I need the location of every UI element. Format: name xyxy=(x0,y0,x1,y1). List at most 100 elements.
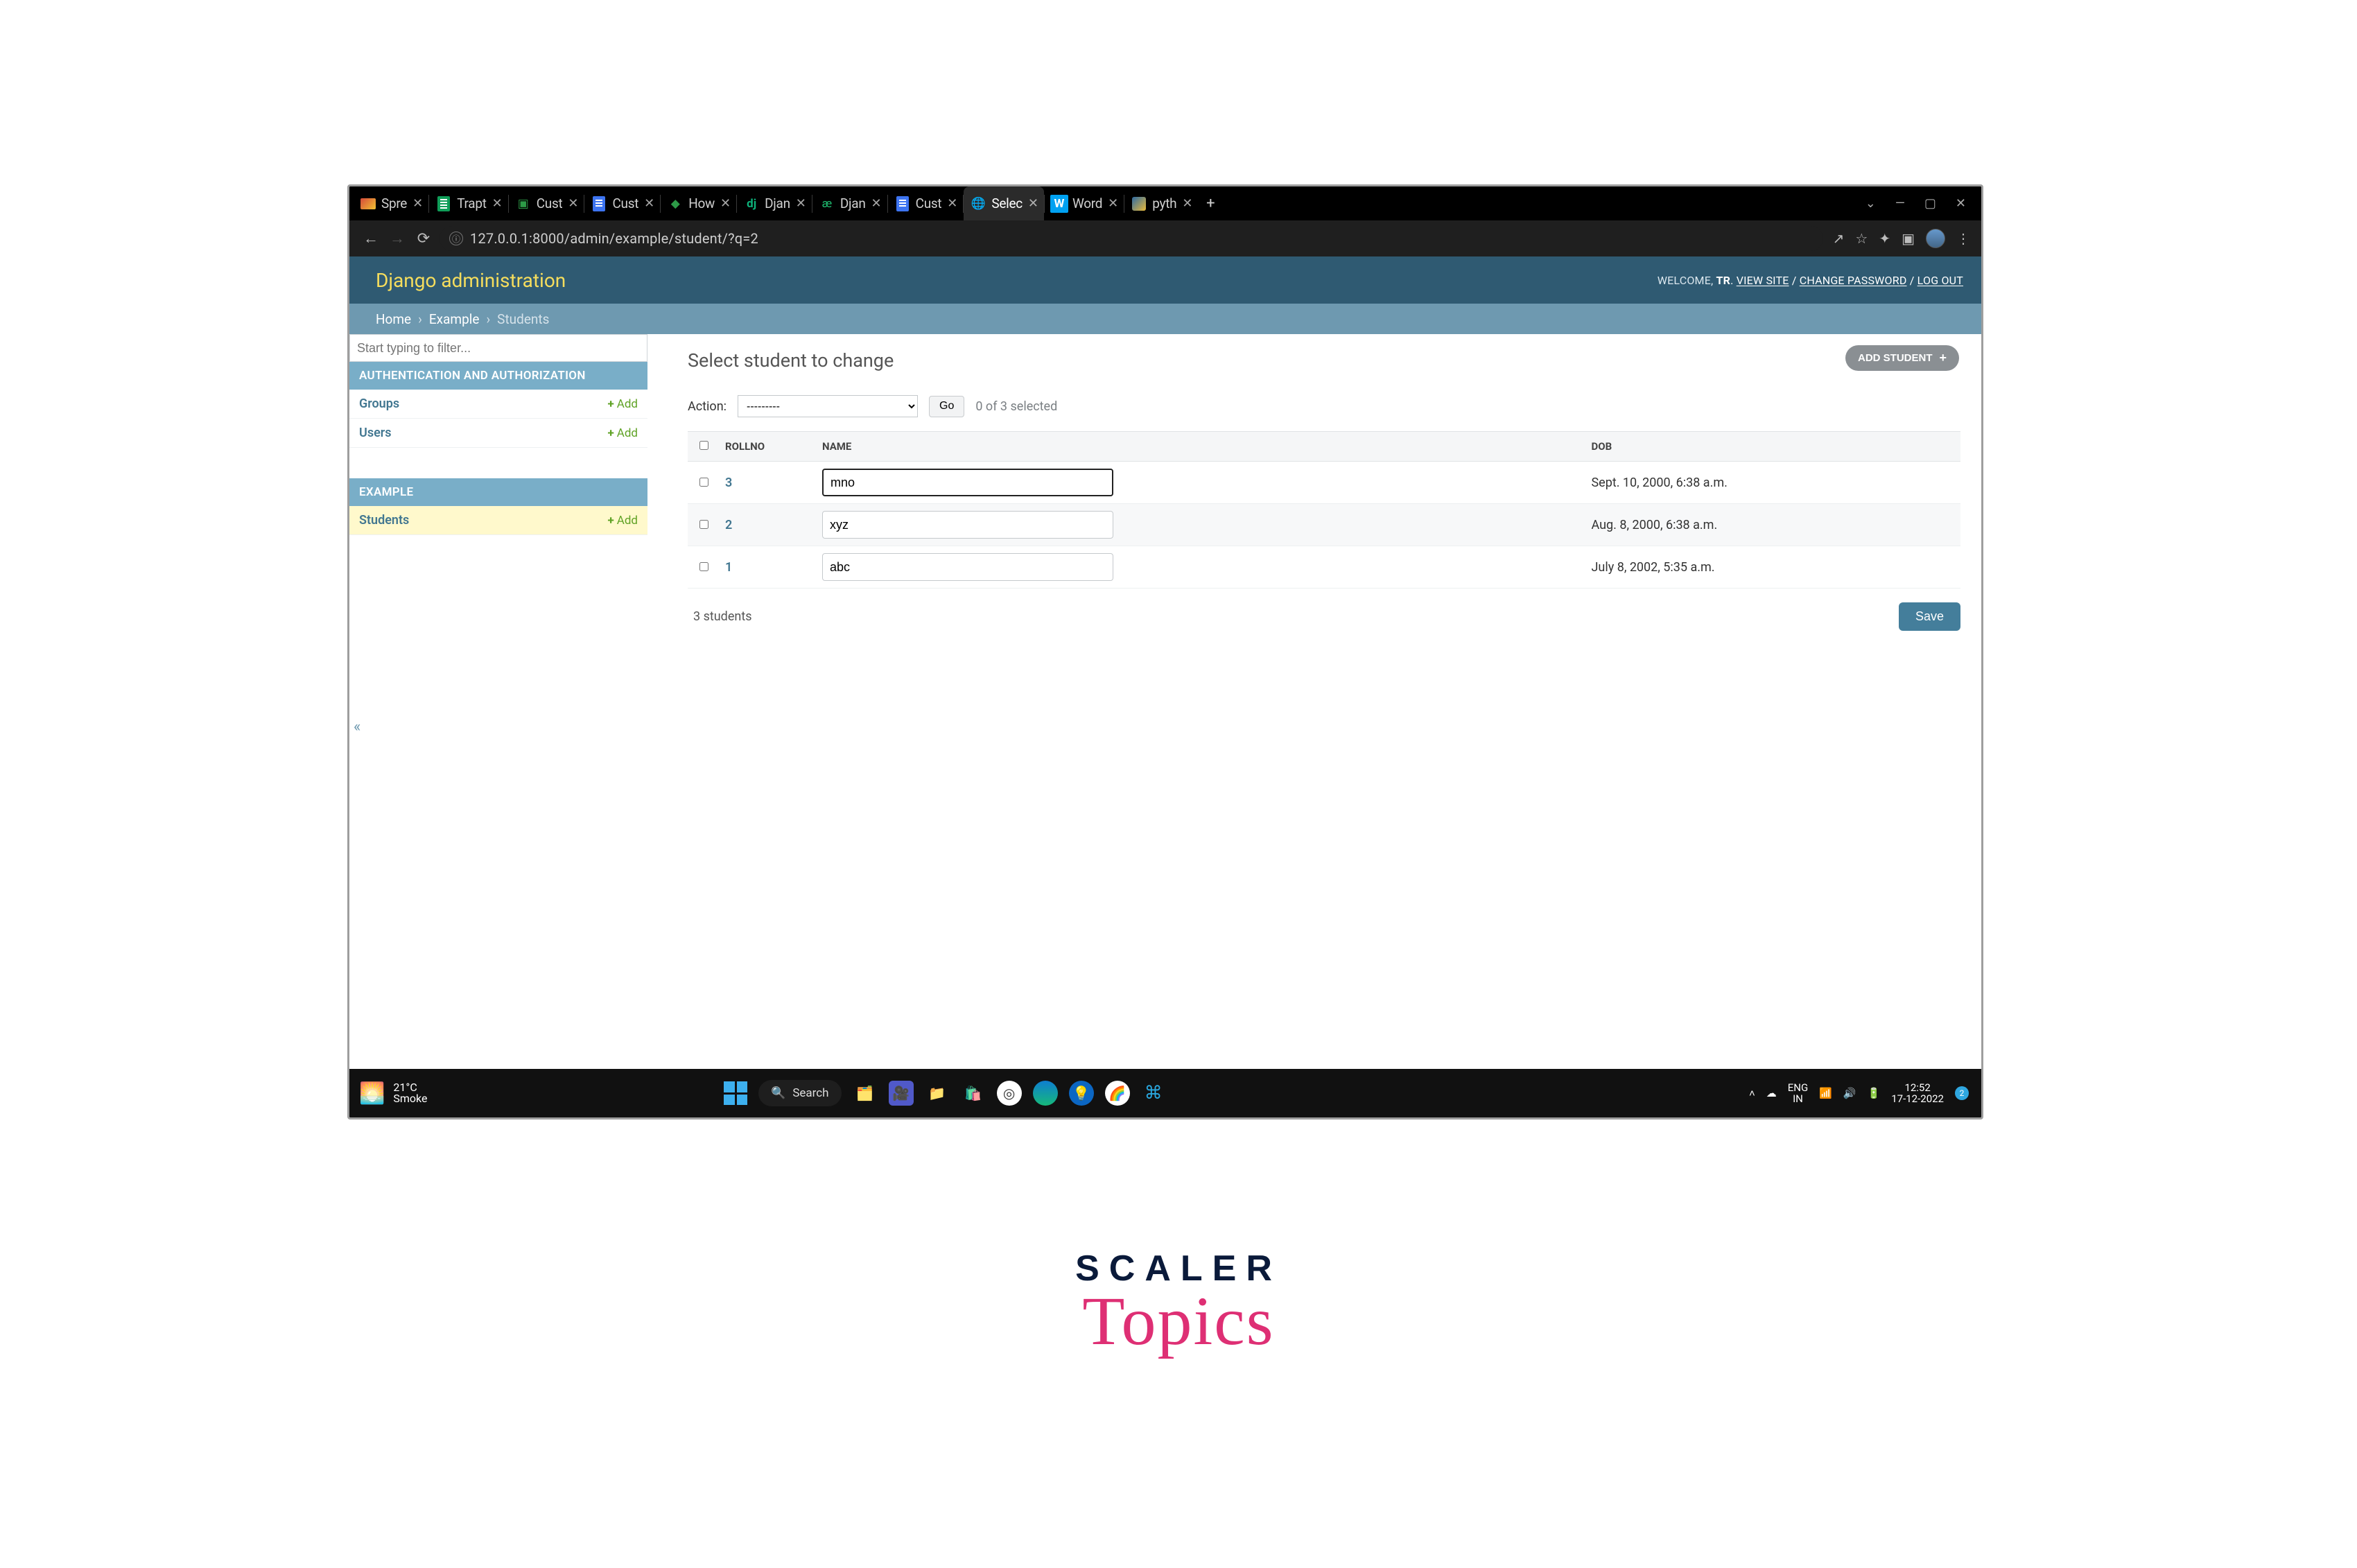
close-icon[interactable]: ✕ xyxy=(1181,196,1192,211)
tab-drive-cust[interactable]: ▣Cust✕ xyxy=(509,186,584,220)
sheets-icon xyxy=(435,195,453,213)
save-button[interactable]: Save xyxy=(1899,602,1960,631)
tab-python[interactable]: pyth✕ xyxy=(1124,186,1198,220)
close-icon[interactable]: ✕ xyxy=(411,196,423,211)
tab-label: Cust xyxy=(537,195,563,211)
add-link[interactable]: +Add xyxy=(607,426,638,440)
back-button[interactable]: ← xyxy=(360,229,381,247)
file-explorer-icon[interactable]: 📁 xyxy=(925,1081,950,1106)
forward-button[interactable]: → xyxy=(387,229,408,247)
profile-avatar[interactable] xyxy=(1926,229,1945,248)
row-checkbox[interactable] xyxy=(699,478,708,487)
notification-badge[interactable]: 2 xyxy=(1955,1086,1969,1100)
close-icon[interactable]: ✕ xyxy=(794,196,806,211)
sidebar-item-groups[interactable]: Groups +Add xyxy=(349,390,647,419)
kebab-menu-icon[interactable]: ⋮ xyxy=(1956,230,1970,247)
extensions-icon[interactable]: ✦ xyxy=(1879,230,1890,247)
sidebar-item-label[interactable]: Users xyxy=(359,426,392,440)
tab-doc-cust[interactable]: Cust✕ xyxy=(584,186,660,220)
teams-icon[interactable]: 🎥 xyxy=(889,1081,914,1106)
select-all-checkbox[interactable] xyxy=(699,441,708,450)
rollno-link[interactable]: 2 xyxy=(725,518,732,532)
add-link[interactable]: +Add xyxy=(607,397,638,411)
language-indicator[interactable]: ENGIN xyxy=(1788,1082,1808,1105)
sidepanel-icon[interactable]: ▣ xyxy=(1902,230,1915,247)
drive-icon: ◆ xyxy=(666,195,684,213)
battery-icon[interactable]: 🔋 xyxy=(1868,1087,1881,1099)
wifi-icon[interactable]: 📶 xyxy=(1819,1087,1832,1099)
chevron-down-icon[interactable]: ⌄ xyxy=(1865,196,1876,211)
breadcrumb: Home › Example › Students xyxy=(349,304,1981,334)
close-icon[interactable]: ✕ xyxy=(946,196,957,211)
sidebar-item-label[interactable]: Groups xyxy=(359,397,399,411)
close-icon[interactable]: ✕ xyxy=(491,196,503,211)
chrome-icon[interactable]: 🌈 xyxy=(1105,1081,1130,1106)
edge-icon[interactable] xyxy=(1033,1081,1058,1106)
store-icon[interactable]: 🛍️ xyxy=(961,1081,986,1106)
onedrive-icon[interactable]: ☁ xyxy=(1766,1087,1777,1099)
weather-icon: 🌅 xyxy=(359,1081,385,1106)
site-info-icon[interactable]: ⓘ xyxy=(449,232,463,245)
reload-button[interactable]: ⟳ xyxy=(413,230,434,247)
name-input[interactable] xyxy=(822,469,1113,496)
tab-doc-cust2[interactable]: Cust✕ xyxy=(888,186,964,220)
tab-select-student[interactable]: 🌐Selec✕ xyxy=(964,186,1044,220)
admin-header: Django administration WELCOME, TR. VIEW … xyxy=(349,256,1981,304)
maximize-button[interactable]: ▢ xyxy=(1924,196,1936,211)
col-dob[interactable]: DOB xyxy=(1585,432,1960,462)
volume-icon[interactable]: 🔊 xyxy=(1843,1087,1856,1099)
dob-cell: Sept. 10, 2000, 6:38 a.m. xyxy=(1585,462,1960,504)
add-link[interactable]: +Add xyxy=(607,514,638,528)
tab-word[interactable]: WWord✕ xyxy=(1045,186,1124,220)
sidebar-item-users[interactable]: Users +Add xyxy=(349,419,647,448)
tab-gmail[interactable]: Spre✕ xyxy=(354,186,428,220)
admin-brand[interactable]: Django administration xyxy=(376,269,566,292)
tray-overflow-icon[interactable]: ˄ xyxy=(1749,1087,1755,1099)
action-select[interactable]: --------- xyxy=(738,395,918,417)
rollno-link[interactable]: 3 xyxy=(725,476,732,490)
close-icon[interactable]: ✕ xyxy=(870,196,882,211)
url-input[interactable]: ⓘ 127.0.0.1:8000/admin/example/student/?… xyxy=(440,226,1823,251)
tab-django-docs[interactable]: djDjan✕ xyxy=(737,186,812,220)
name-input[interactable] xyxy=(822,553,1113,581)
start-button[interactable] xyxy=(724,1081,747,1105)
tab-django-green[interactable]: ӕDjan✕ xyxy=(812,186,887,220)
clock[interactable]: 12:5217-12-2022 xyxy=(1891,1082,1944,1105)
view-site-link[interactable]: VIEW SITE xyxy=(1737,274,1789,287)
tab-how[interactable]: ◆How✕ xyxy=(661,186,736,220)
task-view-icon[interactable]: 🗂️ xyxy=(853,1081,878,1106)
sidebar-item-label[interactable]: Students xyxy=(359,513,409,528)
name-input[interactable] xyxy=(822,511,1113,539)
logout-link[interactable]: LOG OUT xyxy=(1917,274,1963,287)
bookmark-star-icon[interactable]: ☆ xyxy=(1855,230,1868,247)
go-button[interactable]: Go xyxy=(929,396,964,417)
change-password-link[interactable]: CHANGE PASSWORD xyxy=(1800,274,1907,287)
crumb-app[interactable]: Example xyxy=(429,311,480,327)
row-checkbox[interactable] xyxy=(699,562,708,571)
sidebar-item-students[interactable]: Students +Add xyxy=(349,506,647,535)
close-icon[interactable]: ✕ xyxy=(719,196,731,211)
minimize-button[interactable]: — xyxy=(1895,196,1905,211)
tab-sheet[interactable]: Trapt✕ xyxy=(429,186,508,220)
close-icon[interactable]: ✕ xyxy=(643,196,654,211)
close-window-button[interactable]: ✕ xyxy=(1956,196,1966,211)
crumb-home[interactable]: Home xyxy=(376,311,411,327)
col-rollno[interactable]: ROLLNO xyxy=(720,432,817,462)
add-student-button[interactable]: ADD STUDENT + xyxy=(1845,345,1959,371)
vscode-icon[interactable]: ⌘ xyxy=(1141,1081,1166,1106)
rollno-link[interactable]: 1 xyxy=(725,560,732,575)
sidebar-section-example: EXAMPLE xyxy=(349,478,647,506)
sidebar-filter-input[interactable] xyxy=(349,334,647,362)
close-icon[interactable]: ✕ xyxy=(566,196,578,211)
new-tab-button[interactable]: + xyxy=(1198,195,1223,212)
taskbar-weather[interactable]: 🌅 21°CSmoke xyxy=(356,1081,427,1106)
row-checkbox[interactable] xyxy=(699,520,708,529)
close-icon[interactable]: ✕ xyxy=(1106,196,1118,211)
tips-icon[interactable]: 💡 xyxy=(1069,1081,1094,1106)
brave-icon[interactable]: ◎ xyxy=(997,1081,1022,1106)
share-icon[interactable]: ↗ xyxy=(1833,230,1845,247)
sidebar-collapse-toggle[interactable]: « xyxy=(354,718,360,735)
taskbar-search[interactable]: 🔍Search xyxy=(758,1080,841,1106)
close-icon[interactable]: ✕ xyxy=(1027,196,1038,211)
col-name[interactable]: NAME xyxy=(817,432,1585,462)
